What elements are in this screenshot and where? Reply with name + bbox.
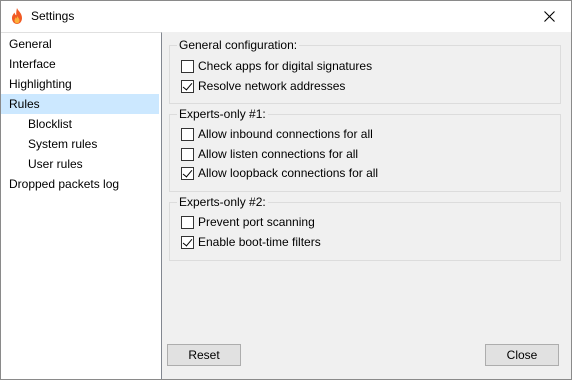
tree-item-general[interactable]: General (1, 34, 161, 54)
tree-item-dropped-packets-log[interactable]: Dropped packets log (1, 174, 161, 194)
experts-only-2-group: Experts-only #2: Prevent port scanning E… (169, 195, 561, 261)
close-window-button[interactable] (527, 1, 571, 31)
allow-listen-connections-option[interactable]: Allow listen connections for all (181, 146, 358, 162)
tree-item-label: General (9, 37, 52, 51)
option-label: Resolve network addresses (198, 79, 346, 93)
tree-item-highlighting[interactable]: Highlighting (1, 74, 161, 94)
group-title: Experts-only #1: (177, 107, 268, 121)
prevent-port-scanning-option[interactable]: Prevent port scanning (181, 214, 315, 230)
tree-item-label: Highlighting (9, 77, 72, 91)
allow-loopback-connections-option[interactable]: Allow loopback connections for all (181, 165, 378, 181)
checkbox[interactable] (181, 147, 194, 161)
allow-inbound-connections-option[interactable]: Allow inbound connections for all (181, 126, 373, 142)
window-title: Settings (31, 9, 75, 23)
group-title: General configuration: (177, 38, 300, 52)
general-configuration-group: General configuration: Check apps for di… (169, 38, 561, 104)
resolve-network-addresses-option[interactable]: Resolve network addresses (181, 78, 345, 94)
option-label: Enable boot-time filters (198, 235, 321, 249)
option-label: Allow listen connections for all (198, 147, 359, 161)
tree-item-blocklist[interactable]: Blocklist (1, 114, 161, 134)
reset-button[interactable]: Reset (167, 344, 241, 366)
checkbox[interactable] (181, 235, 194, 249)
tree-item-system-rules[interactable]: System rules (1, 134, 161, 154)
tree-item-rules[interactable]: Rules (1, 94, 159, 114)
settings-tree: General Interface Highlighting Rules Blo… (1, 32, 162, 379)
title-bar: Settings (1, 1, 571, 32)
tree-item-label: Interface (9, 57, 56, 71)
flame-icon (10, 8, 24, 24)
option-label: Check apps for digital signatures (198, 59, 373, 73)
checkbox[interactable] (181, 166, 194, 180)
enable-boot-time-filters-option[interactable]: Enable boot-time filters (181, 234, 321, 250)
tree-item-label: Blocklist (28, 117, 73, 131)
tree-item-label: User rules (28, 157, 83, 171)
option-label: Allow inbound connections for all (198, 127, 373, 141)
tree-item-label: Rules (9, 97, 40, 111)
checkbox[interactable] (181, 215, 194, 229)
close-button[interactable]: Close (485, 344, 559, 366)
experts-only-1-group: Experts-only #1: Allow inbound connectio… (169, 107, 561, 192)
checkbox[interactable] (181, 127, 194, 141)
checkbox[interactable] (181, 79, 194, 93)
check-digital-signatures-option[interactable]: Check apps for digital signatures (181, 58, 372, 74)
tree-item-user-rules[interactable]: User rules (1, 154, 161, 174)
group-title: Experts-only #2: (177, 195, 268, 209)
settings-window: Settings General Interface Highlighting … (0, 0, 572, 380)
option-label: Allow loopback connections for all (198, 166, 379, 180)
option-label: Prevent port scanning (198, 215, 315, 229)
checkbox[interactable] (181, 59, 194, 73)
tree-item-label: System rules (28, 137, 98, 151)
tree-item-interface[interactable]: Interface (1, 54, 161, 74)
tree-item-label: Dropped packets log (9, 177, 120, 191)
close-icon (543, 10, 555, 22)
